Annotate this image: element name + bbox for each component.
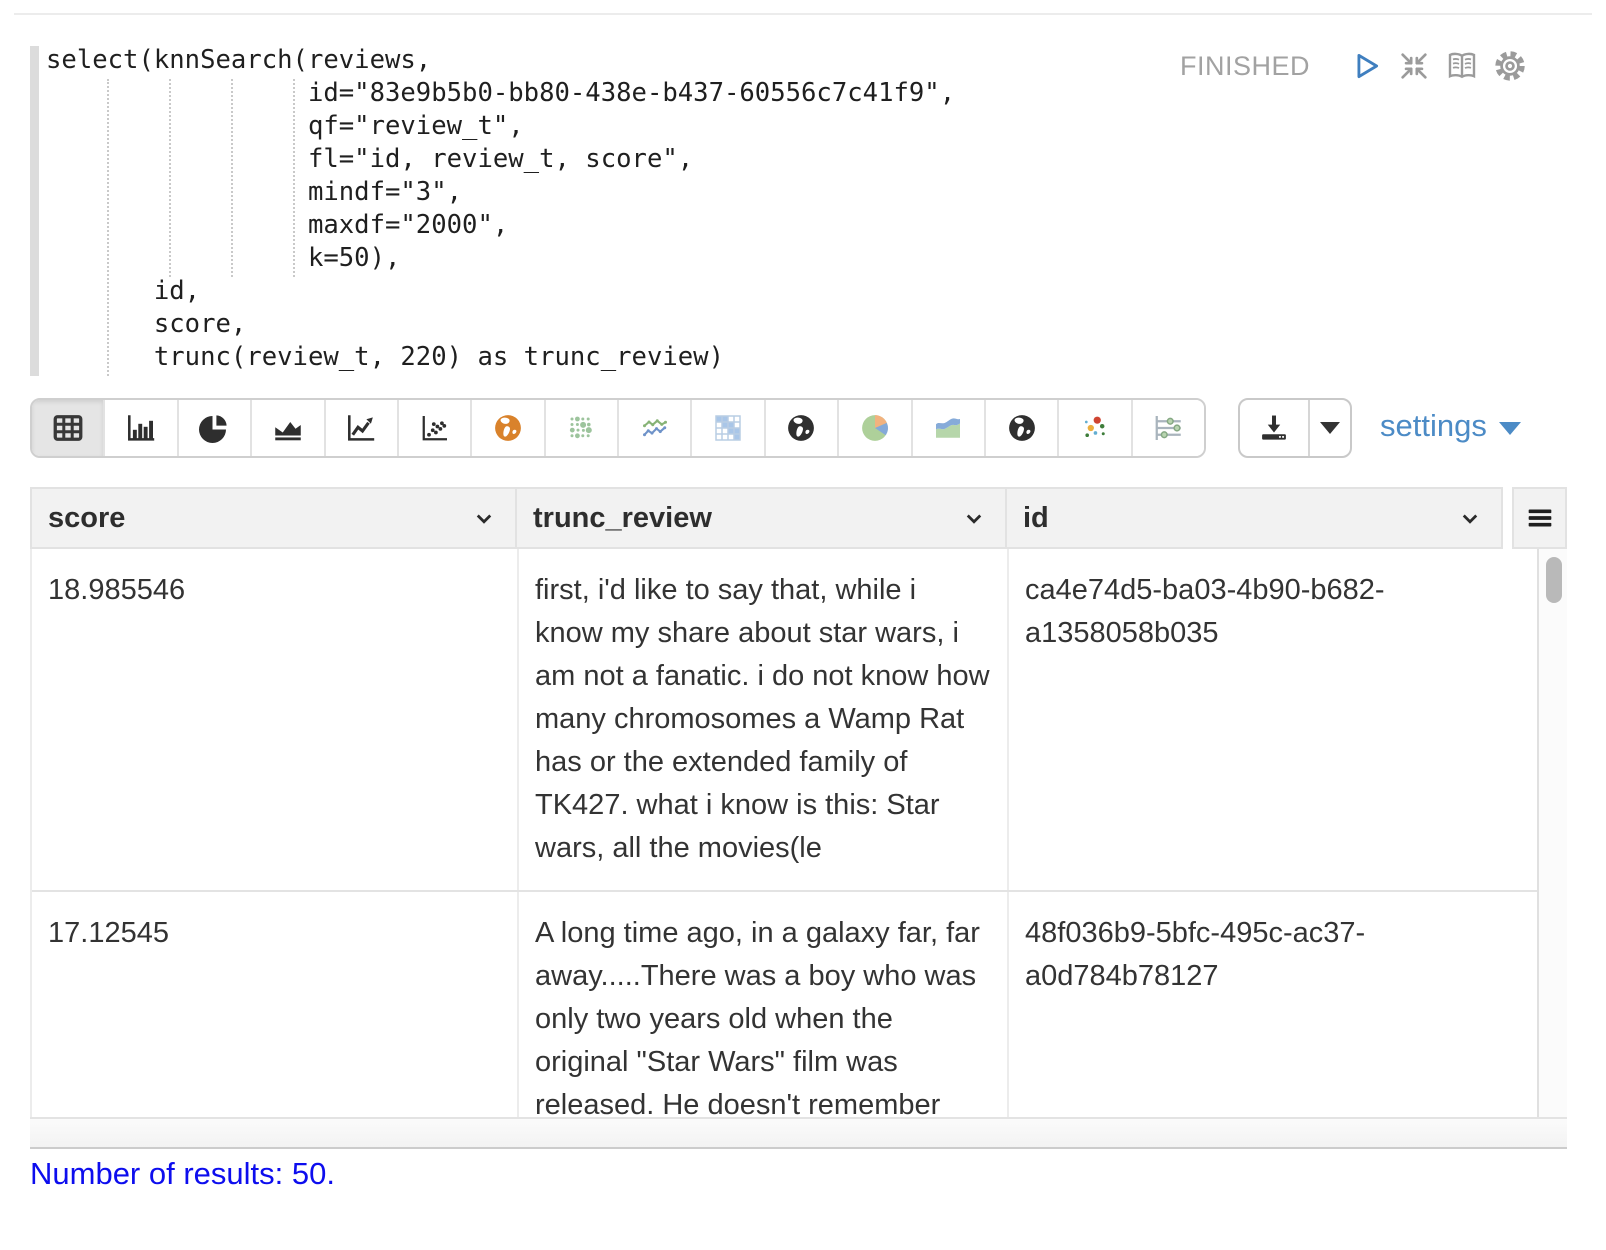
hamburger-icon	[1523, 501, 1557, 535]
table-row: 18.985546 first, i'd like to say that, w…	[32, 549, 1537, 892]
settings-dropdown[interactable]: settings	[1380, 408, 1521, 444]
chart-type-area-color-button[interactable]	[913, 400, 986, 456]
table-header-row: score trunc_review id	[30, 487, 1567, 549]
settings-label: settings	[1380, 408, 1487, 444]
pie-chart-color-icon	[857, 410, 893, 446]
area-chart-color-icon	[930, 410, 966, 446]
vertical-scrollbar[interactable]	[1537, 549, 1567, 1117]
chart-type-map-button[interactable]	[472, 400, 545, 456]
line-chart-icon	[343, 410, 379, 446]
area-chart-icon	[270, 410, 306, 446]
paragraph-top-border	[14, 13, 1592, 15]
book-icon	[1444, 48, 1480, 84]
report-view-button[interactable]	[1442, 46, 1482, 86]
display-toolbar: settings	[30, 398, 1576, 460]
editor-gutter-bar	[30, 46, 39, 376]
horizontal-scrollbar[interactable]	[30, 1117, 1567, 1149]
chart-type-dot-plot-button[interactable]	[1133, 400, 1204, 456]
results-count: Number of results: 50.	[30, 1156, 335, 1192]
download-icon	[1257, 411, 1291, 445]
cell-id: ca4e74d5-ba03-4b90-b682-a1358058b035	[1009, 549, 1537, 890]
chart-type-bar-button[interactable]	[105, 400, 178, 456]
scatter-chart-icon	[417, 410, 453, 446]
chevron-down-icon[interactable]	[1455, 503, 1485, 533]
code-editor[interactable]: select(knnSearch(reviews, id="83e9b5b0-b…	[30, 44, 1210, 380]
chart-type-area-button[interactable]	[252, 400, 325, 456]
chart-type-scatter-color-button[interactable]	[1059, 400, 1132, 456]
table-row: 17.12545 A long time ago, in a galaxy fa…	[32, 892, 1537, 1117]
column-label: trunc_review	[533, 502, 959, 535]
paragraph-settings-button[interactable]	[1490, 46, 1530, 86]
cell-trunc-review: first, i'd like to say that, while i kno…	[519, 549, 1009, 890]
dot-plot-icon	[1150, 410, 1186, 446]
table-icon	[50, 410, 86, 446]
chart-type-globe-2-button[interactable]	[986, 400, 1059, 456]
cell-trunc-review: A long time ago, in a galaxy far, far aw…	[519, 892, 1009, 1117]
column-label: id	[1023, 502, 1455, 535]
chevron-down-icon[interactable]	[469, 503, 499, 533]
table-menu-button[interactable]	[1512, 487, 1567, 549]
chart-type-scatter-button[interactable]	[399, 400, 472, 456]
paragraph-controls: FINISHED	[1180, 46, 1530, 86]
chart-type-globe-button[interactable]	[766, 400, 839, 456]
results-table: score trunc_review id	[30, 487, 1567, 1149]
settings-caret-icon	[1499, 422, 1521, 435]
chart-type-dot-grid-button[interactable]	[546, 400, 619, 456]
globe-orange-icon	[490, 410, 526, 446]
cell-score: 18.985546	[32, 549, 519, 890]
chart-type-heatmap-button[interactable]	[692, 400, 765, 456]
column-header-trunc-review[interactable]: trunc_review	[517, 487, 1007, 549]
table-body-content: 18.985546 first, i'd like to say that, w…	[32, 549, 1537, 1117]
multi-line-chart-icon	[637, 410, 673, 446]
play-icon	[1349, 49, 1383, 83]
table-body: 18.985546 first, i'd like to say that, w…	[30, 549, 1567, 1117]
collapse-button[interactable]	[1394, 46, 1434, 86]
header-spacer	[1503, 487, 1512, 549]
chart-type-table-button[interactable]	[32, 400, 105, 456]
chart-type-pie-color-button[interactable]	[839, 400, 912, 456]
heatmap-grid-icon	[710, 410, 746, 446]
download-options-button[interactable]	[1310, 400, 1350, 456]
chart-type-pie-button[interactable]	[179, 400, 252, 456]
notebook-paragraph: select(knnSearch(reviews, id="83e9b5b0-b…	[0, 0, 1606, 1250]
run-button[interactable]	[1346, 46, 1386, 86]
column-header-id[interactable]: id	[1007, 487, 1503, 549]
download-button-group	[1238, 398, 1352, 458]
vertical-scrollbar-thumb[interactable]	[1546, 557, 1562, 603]
globe-dark-icon	[783, 410, 819, 446]
pie-chart-icon	[196, 410, 232, 446]
chevron-down-icon[interactable]	[959, 503, 989, 533]
chart-type-multi-line-button[interactable]	[619, 400, 692, 456]
status-badge: FINISHED	[1180, 51, 1310, 82]
bar-chart-icon	[123, 410, 159, 446]
gear-icon	[1492, 48, 1528, 84]
cell-id: 48f036b9-5bfc-495c-ac37-a0d784b78127	[1009, 892, 1537, 1117]
download-button[interactable]	[1240, 400, 1310, 456]
compress-icon	[1397, 49, 1431, 83]
code-text[interactable]: select(knnSearch(reviews, id="83e9b5b0-b…	[46, 44, 955, 374]
column-header-score[interactable]: score	[30, 487, 517, 549]
cell-score: 17.12545	[32, 892, 519, 1117]
column-label: score	[48, 502, 469, 535]
chart-type-line-button[interactable]	[326, 400, 399, 456]
caret-down-icon	[1320, 422, 1340, 434]
globe-dark-2-icon	[1004, 410, 1040, 446]
scatter-color-icon	[1077, 410, 1113, 446]
chart-type-toolbar	[30, 398, 1206, 458]
dot-grid-green-icon	[563, 410, 599, 446]
